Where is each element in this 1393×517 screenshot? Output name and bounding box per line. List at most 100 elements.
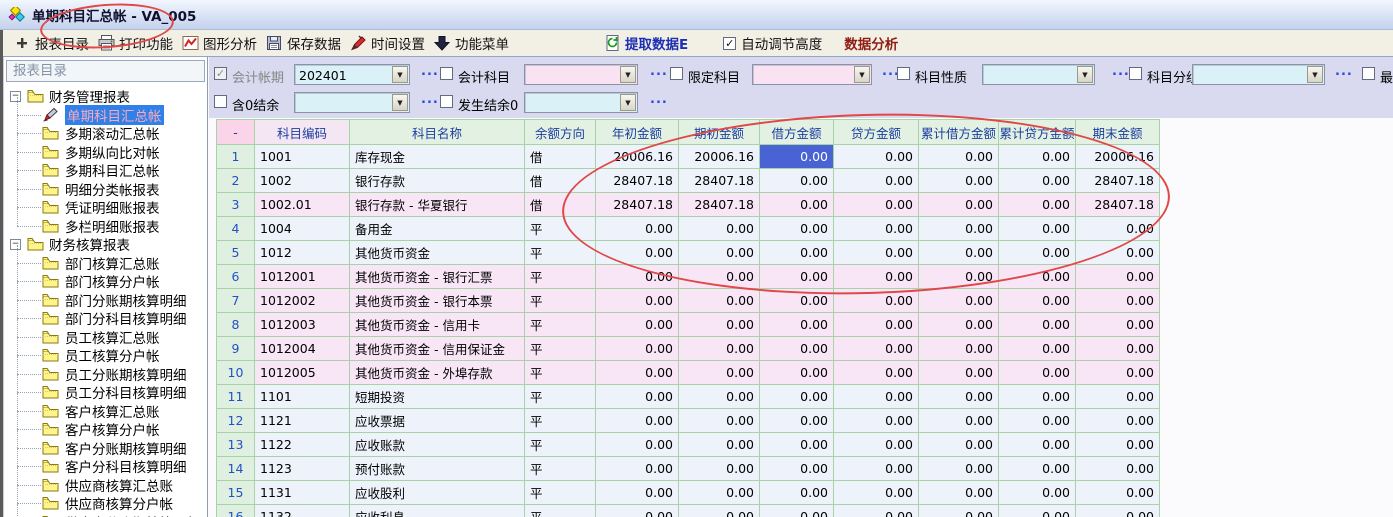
table-cell-amount[interactable]: 0.00 (596, 313, 679, 337)
filter-checkbox[interactable] (214, 95, 227, 108)
table-row-number[interactable]: 8 (217, 313, 255, 337)
table-cell-amount[interactable]: 0.00 (596, 457, 679, 481)
table-cell-direction[interactable]: 平 (525, 457, 596, 481)
table-cell-amount[interactable]: 0.00 (679, 265, 760, 289)
filter-checkbox[interactable] (440, 95, 453, 108)
chevron-down-icon[interactable]: ▼ (620, 94, 636, 111)
table-cell-amount[interactable]: 0.00 (919, 361, 999, 385)
chevron-down-icon[interactable]: ▼ (1307, 66, 1323, 83)
table-cell-amount[interactable]: 0.00 (999, 361, 1076, 385)
table-cell-name[interactable]: 预付账款 (350, 457, 525, 481)
tree-group-1[interactable]: −财务核算报表 (4, 235, 207, 254)
tree-item[interactable]: 单期科目汇总帐 (4, 106, 207, 125)
table-cell-amount[interactable]: 0.00 (596, 481, 679, 505)
table-cell-amount[interactable]: 0.00 (760, 361, 834, 385)
filter-combobox[interactable]: ▼ (752, 64, 872, 85)
filter-combobox[interactable]: ▼ (524, 92, 638, 113)
table-cell-amount[interactable]: 0.00 (760, 433, 834, 457)
table-cell-code[interactable]: 1012005 (255, 361, 350, 385)
tree-item[interactable]: 部门核算汇总账 (4, 254, 207, 273)
table-row-number[interactable]: 6 (217, 265, 255, 289)
table-row-number[interactable]: 11 (217, 385, 255, 409)
table-cell-name[interactable]: 库存现金 (350, 145, 525, 169)
chevron-down-icon[interactable]: ▼ (392, 66, 408, 83)
table-cell-name[interactable]: 银行存款 (350, 169, 525, 193)
table-cell-amount[interactable]: 20006.16 (679, 145, 760, 169)
table-cell-code[interactable]: 1123 (255, 457, 350, 481)
table-row-number[interactable]: 15 (217, 481, 255, 505)
tree-item[interactable]: 客户核算分户帐 (4, 420, 207, 439)
table-cell-amount[interactable]: 0.00 (919, 481, 999, 505)
table-cell-name[interactable]: 短期投资 (350, 385, 525, 409)
table-cell-amount[interactable]: 0.00 (834, 385, 919, 409)
table-cell-amount[interactable]: 0.00 (834, 457, 919, 481)
table-cell-code[interactable]: 1012004 (255, 337, 350, 361)
tree-item[interactable]: 供应商核算分户帐 (4, 494, 207, 513)
table-header-cell[interactable]: 累计贷方金额 (999, 120, 1076, 145)
table-cell-amount[interactable]: 0.00 (596, 433, 679, 457)
filter-checkbox[interactable] (1129, 67, 1142, 80)
table-cell-code[interactable]: 1012001 (255, 265, 350, 289)
table-row-number[interactable]: 2 (217, 169, 255, 193)
table-row-number[interactable]: 13 (217, 433, 255, 457)
table-row-number[interactable]: 4 (217, 217, 255, 241)
table-cell-code[interactable]: 1122 (255, 433, 350, 457)
table-cell-amount[interactable]: 0.00 (1076, 217, 1160, 241)
table-cell-amount[interactable]: 0.00 (999, 409, 1076, 433)
table-cell-amount[interactable]: 0.00 (1076, 241, 1160, 265)
table-header-cell[interactable]: - (217, 120, 255, 145)
table-cell-amount[interactable]: 0.00 (834, 361, 919, 385)
table-cell-amount[interactable]: 0.00 (760, 169, 834, 193)
table-cell-amount[interactable]: 0.00 (834, 241, 919, 265)
table-cell-amount[interactable]: 28407.18 (679, 169, 760, 193)
tree-item[interactable]: 客户分账期核算明细 (4, 439, 207, 458)
table-cell-amount[interactable]: 0.00 (999, 433, 1076, 457)
filter-combobox[interactable]: ▼ (524, 64, 638, 85)
table-cell-amount[interactable]: 0.00 (1076, 409, 1160, 433)
table-cell-amount[interactable]: 0.00 (760, 313, 834, 337)
table-cell-amount[interactable]: 28407.18 (596, 169, 679, 193)
tree-item[interactable]: 供应商分账期核算明细 (4, 513, 207, 517)
table-header-cell[interactable]: 期初金额 (679, 120, 760, 145)
table-cell-amount[interactable]: 0.00 (834, 217, 919, 241)
table-header-cell[interactable]: 科目名称 (350, 120, 525, 145)
table-row-number[interactable]: 7 (217, 289, 255, 313)
filter-checkbox[interactable] (670, 67, 683, 80)
table-cell-amount[interactable]: 0.00 (919, 217, 999, 241)
table-cell-amount[interactable]: 20006.16 (1076, 145, 1160, 169)
table-row-number[interactable]: 14 (217, 457, 255, 481)
table-cell-amount[interactable]: 0.00 (919, 169, 999, 193)
table-cell-amount[interactable]: 0.00 (760, 457, 834, 481)
table-cell-amount[interactable]: 0.00 (999, 289, 1076, 313)
table-row-number[interactable]: 1 (217, 145, 255, 169)
table-cell-code[interactable]: 1012 (255, 241, 350, 265)
data-analysis-button[interactable]: 数据分析 (844, 33, 898, 53)
table-cell-amount[interactable]: 0.00 (999, 193, 1076, 217)
table-cell-amount[interactable]: 0.00 (679, 313, 760, 337)
table-cell-amount[interactable]: 0.00 (834, 289, 919, 313)
table-cell-amount[interactable]: 0.00 (1076, 457, 1160, 481)
table-row-number[interactable]: 16 (217, 505, 255, 517)
table-cell-direction[interactable]: 借 (525, 145, 596, 169)
table-cell-amount[interactable]: 0.00 (679, 289, 760, 313)
auto-height-toggle[interactable]: 自动调节高度 (723, 33, 822, 53)
table-cell-amount[interactable]: 0.00 (834, 505, 919, 517)
table-cell-amount[interactable]: 0.00 (596, 289, 679, 313)
table-cell-name[interactable]: 其他货币资金 - 银行本票 (350, 289, 525, 313)
table-cell-amount[interactable]: 0.00 (760, 409, 834, 433)
table-header-cell[interactable]: 科目编码 (255, 120, 350, 145)
table-cell-amount[interactable]: 0.00 (679, 385, 760, 409)
chevron-down-icon[interactable]: ▼ (620, 66, 636, 83)
table-cell-amount[interactable]: 20006.16 (596, 145, 679, 169)
toolbar-button-4[interactable]: 时间设置 (350, 33, 425, 53)
table-cell-amount[interactable]: 0.00 (760, 217, 834, 241)
table-cell-amount[interactable]: 0.00 (596, 361, 679, 385)
table-cell-amount[interactable]: 0.00 (1076, 313, 1160, 337)
table-cell-direction[interactable]: 平 (525, 241, 596, 265)
table-cell-direction[interactable]: 平 (525, 289, 596, 313)
tree-item[interactable]: 多期纵向比对帐 (4, 143, 207, 162)
filter-combobox[interactable]: 202401▼ (294, 64, 410, 85)
filter-more-button[interactable]: ... (421, 64, 439, 79)
table-cell-name[interactable]: 其他货币资金 - 银行汇票 (350, 265, 525, 289)
table-cell-amount[interactable]: 0.00 (834, 337, 919, 361)
